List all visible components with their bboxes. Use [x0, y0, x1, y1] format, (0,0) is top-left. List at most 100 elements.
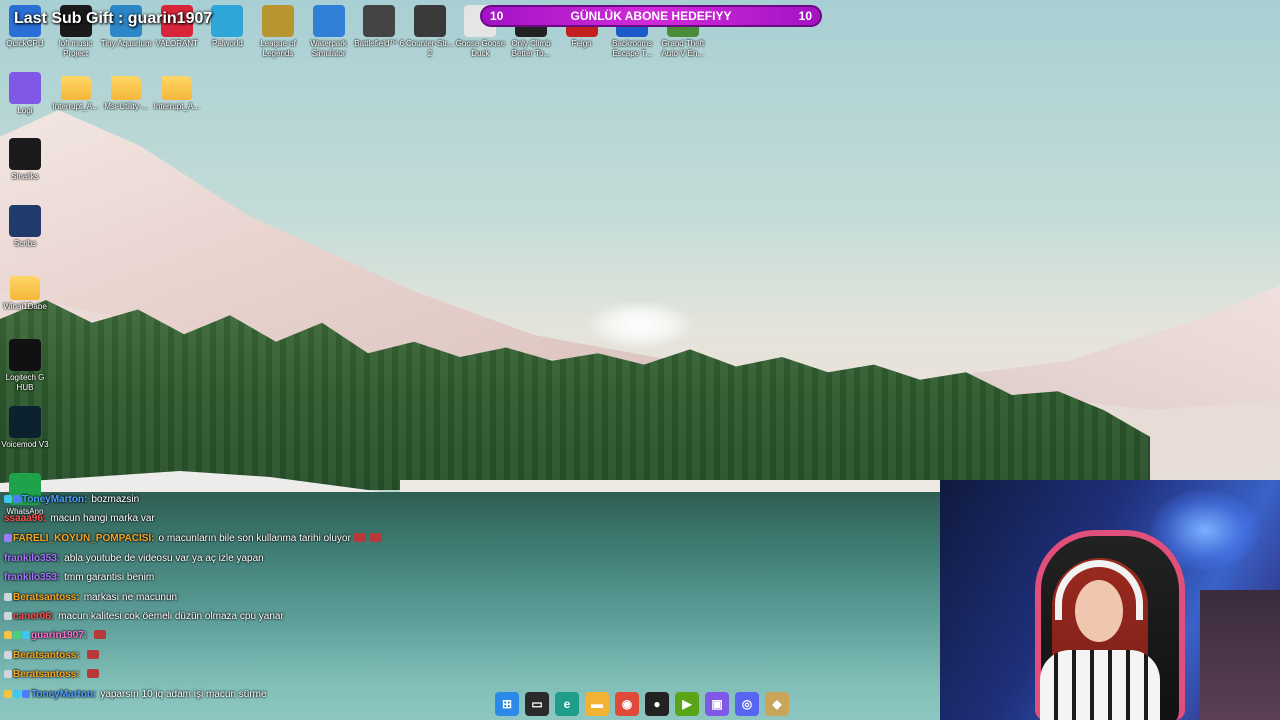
file-explorer-icon[interactable]: ▬: [585, 692, 609, 716]
desktop-icon-label: Tiny Aquarium: [100, 39, 152, 48]
chat-badge-icon: [13, 631, 21, 640]
app-icon: [9, 339, 41, 371]
obs-icon[interactable]: ●: [645, 692, 669, 716]
taskbar: ⊞ ▭ e ▬ ◉ ● ▶ ▣ ◎ ◆: [495, 691, 789, 717]
chat-badge-icon: [4, 670, 12, 679]
desktop-icon-label: Feign: [571, 39, 592, 48]
desktop-icon-label: Msi-Utility-...: [104, 102, 149, 111]
chat-text: markası ne macunun: [83, 591, 178, 603]
chat-username[interactable]: guarin1907:: [31, 630, 87, 641]
chat-badge-icon: [4, 689, 12, 698]
desktop-icon-label: Winal1Dabe: [3, 302, 47, 311]
desktop-icon-left-4[interactable]: Voicemod V3: [0, 406, 51, 450]
desktop-icon-top-5[interactable]: League of Legends: [252, 5, 304, 59]
chat-message: Beratsantoss:: [4, 646, 444, 665]
chat-text: tmm garantisi benim: [64, 572, 155, 584]
chat-username[interactable]: FARELI_KOYUN_POMPACISI:: [13, 533, 155, 544]
desktop-icon-label: Counter-Str... 2: [406, 39, 454, 58]
desktop-icon-top-7[interactable]: Battlefield™ 6: [353, 5, 405, 49]
logi-icon[interactable]: ▣: [705, 692, 729, 716]
desktop-icon-top-8[interactable]: Counter-Str... 2: [404, 5, 456, 59]
chat-badge-icon: [4, 495, 12, 503]
chat-username[interactable]: frankilo353:: [4, 572, 60, 583]
edge-icon[interactable]: e: [555, 692, 579, 716]
chat-username[interactable]: Beratsantoss:: [13, 592, 80, 603]
chat-message: Beratsantoss: markası ne macunun: [4, 588, 444, 607]
desktop-icon-row2-2[interactable]: Msi-Utility-...: [100, 72, 152, 112]
app-icon: [9, 205, 41, 237]
discord-icon[interactable]: ◎: [735, 692, 759, 716]
app-icon: [9, 72, 41, 104]
goal-current-count: 10: [490, 9, 504, 23]
chat-badge-icon: [4, 592, 12, 601]
webcam-streamer-shirt: [1040, 650, 1160, 720]
folder-icon: [111, 76, 142, 100]
chat-emote-icon: [368, 532, 381, 542]
desktop-icon-left-1[interactable]: Scribs: [0, 205, 51, 249]
chat-message: ToneyMarton: yaparsın 10 iq adam işi macu…: [4, 685, 444, 704]
chat-badge-icon: [13, 689, 21, 698]
chat-username[interactable]: Beratsantoss:: [13, 669, 80, 680]
task-view-icon[interactable]: ▭: [525, 692, 549, 716]
chat-text: bozmazsin: [91, 494, 140, 505]
desktop-icon-left-2[interactable]: Winal1Dabe: [0, 272, 51, 312]
folder-icon: [10, 276, 40, 300]
chat-username[interactable]: ToneyMarton:: [22, 494, 87, 505]
chat-message: caner06: macun kalitesi cok öemeli düzün …: [4, 607, 444, 626]
desktop-icon-label: Palworld: [212, 39, 243, 48]
app-icon: [211, 5, 244, 37]
chat-badge-icon: [4, 612, 12, 621]
desktop-icon-label: Goose Goose Duck: [455, 39, 506, 58]
chat-badge-icon: [13, 495, 21, 503]
app-icon: [9, 138, 41, 170]
windows-start-icon[interactable]: ⊞: [495, 692, 519, 716]
desktop-icon-label: Interrupt_A...: [52, 102, 99, 111]
desktop-icon-label: QuickCPU: [6, 39, 44, 48]
desktop-icon-label: VALORANT: [155, 39, 199, 48]
desktop-icon-label: Logi: [17, 106, 33, 115]
subscriber-goal-bar: 10 GÜNLÜK ABONE HEDEFIYY 10: [480, 5, 822, 27]
webcam-feed: [940, 480, 1280, 720]
chat-badge-icon: [4, 631, 12, 640]
chat-text: o macunların bile son kullanma tarihi ol…: [158, 532, 351, 544]
chat-emote-icon: [86, 649, 99, 659]
desktop-icon-label: Interrupt_A...: [153, 102, 200, 111]
desktop-icon-label: lofi music Project: [58, 39, 93, 58]
app-icon: [413, 5, 446, 37]
desktop-icon-left-3[interactable]: Logitech G HUB: [0, 339, 51, 393]
desktop-icon-label: Scribs: [13, 239, 37, 248]
folder-icon: [60, 76, 91, 100]
chat-emote-icon: [86, 669, 99, 679]
wallpaper-sun: [585, 300, 695, 350]
league-icon[interactable]: ◆: [765, 692, 789, 716]
desktop-icon-label: League of Legends: [260, 39, 296, 58]
chat-message: Beratsantoss:: [4, 665, 444, 684]
desktop-icon-label: Grand Theft Auto V En...: [661, 39, 705, 58]
chat-username[interactable]: ToneyMarton:: [31, 689, 96, 700]
chat-username[interactable]: ssaaa96:: [4, 513, 46, 524]
chrome-icon[interactable]: ◉: [615, 692, 639, 716]
chat-text: macun kalitesi cok öemeli düzün olmaza c…: [58, 611, 284, 623]
chat-username[interactable]: Beratsantoss:: [13, 650, 80, 661]
desktop-icon-row2-1[interactable]: Interrupt_A...: [50, 72, 102, 112]
desktop-icon-label: Only Climb Better To...: [511, 39, 551, 58]
desktop-icon-label: Sinaliks: [11, 172, 39, 181]
nvidia-icon[interactable]: ▶: [675, 692, 699, 716]
folder-icon: [161, 76, 192, 100]
wallpaper-forest: [0, 300, 1150, 490]
chat-text: yaparsın 10 iq adam işi macun sürme: [100, 688, 267, 700]
chat-username[interactable]: frankilo353:: [4, 553, 60, 564]
chat-username[interactable]: caner06:: [13, 611, 54, 622]
chat-message: frankilo353: abla youtube de videosu var …: [4, 549, 444, 568]
app-icon: [9, 406, 41, 438]
desktop-icon-top-6[interactable]: Waterpark Simulator: [303, 5, 355, 59]
chat-text: abla youtube de videosu var ya aç izle y…: [64, 552, 264, 564]
chat-text: macun hangi marka var: [50, 513, 155, 525]
desktop-icon-label: Logitech G HUB: [5, 373, 45, 392]
chat-message: guarin1907:: [4, 626, 444, 645]
desktop-icon-row2-0[interactable]: Logi: [0, 72, 51, 116]
goal-target-count: 10: [798, 9, 812, 23]
desktop-icon-left-0[interactable]: Sinaliks: [0, 138, 51, 182]
chat-message: ssaaa96: macun hangi marka var: [4, 509, 444, 528]
desktop-icon-row2-3[interactable]: Interrupt_A...: [151, 72, 203, 112]
